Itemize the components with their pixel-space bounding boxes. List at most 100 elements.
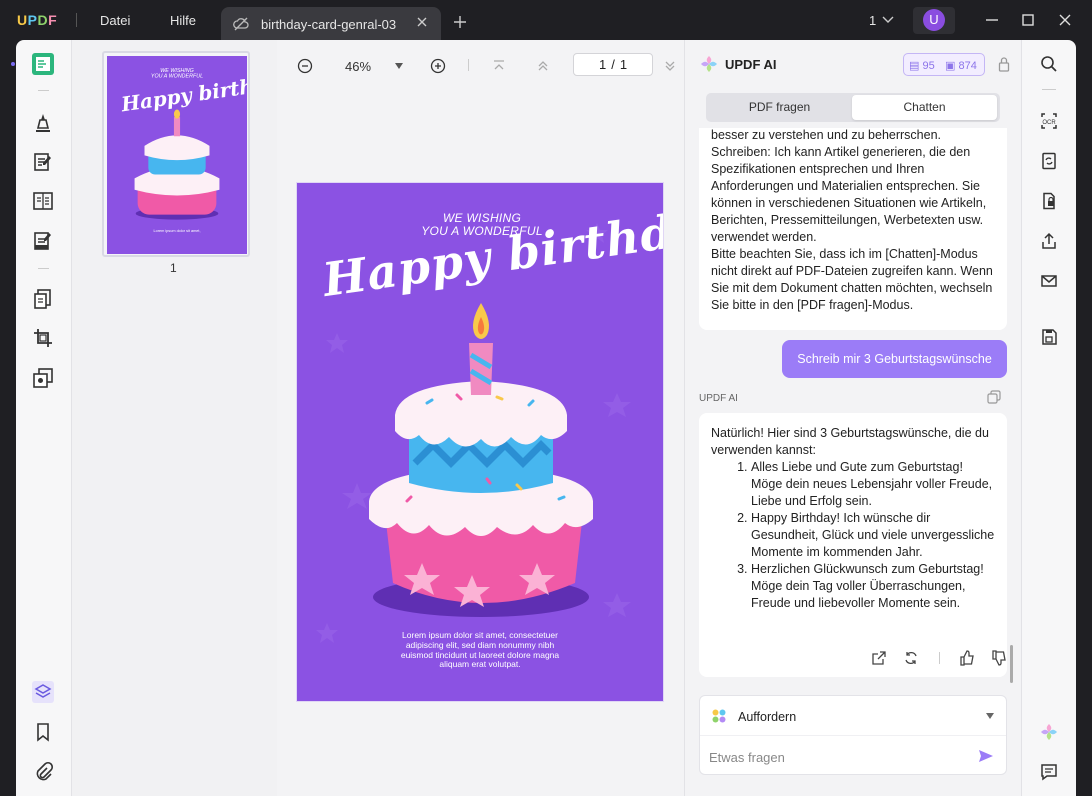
page-thumbnail[interactable]: WE WISHING YOU A WONDERFUL Happy birthda… xyxy=(102,51,250,257)
thumbs-up-icon[interactable] xyxy=(959,650,975,666)
zoom-in-icon[interactable] xyxy=(430,58,446,74)
thumbs-down-icon[interactable] xyxy=(991,650,1007,666)
new-tab-icon[interactable] xyxy=(453,15,467,29)
updf-ai-toggle-icon[interactable] xyxy=(1040,723,1058,741)
copy-icon[interactable] xyxy=(987,390,1001,404)
bookmark-icon[interactable] xyxy=(32,721,54,743)
prompt-selector[interactable]: Auffordern xyxy=(700,696,1006,736)
svg-text:OCR: OCR xyxy=(1042,120,1056,126)
app-logo: UPDF xyxy=(17,12,58,28)
thumbnail-pane: WE WISHING YOU A WONDERFUL Happy birthda… xyxy=(71,40,277,796)
answer-list: Alles Liebe und Gute zum Geburtstag! Mög… xyxy=(711,459,995,612)
thumbnail-card-graphic: WE WISHING YOU A WONDERFUL Happy birthda… xyxy=(107,56,247,254)
credits-badge[interactable]: ▤ 95 ▣ 874 xyxy=(903,53,985,76)
view-toolbar: 46% 1/1 xyxy=(277,40,684,92)
prompt-grid-icon xyxy=(712,709,726,723)
title-separator xyxy=(76,13,77,27)
document-tab[interactable]: birthday-card-genral-03 xyxy=(221,7,441,40)
assistant-answer: Natürlich! Hier sind 3 Geburtstagswünsch… xyxy=(699,413,1007,677)
first-page-icon[interactable] xyxy=(491,58,507,74)
thumbnail-image: WE WISHING YOU A WONDERFUL Happy birthda… xyxy=(107,56,247,254)
pdf-page: WE WISHING YOU A WONDERFUL Happy birthda… xyxy=(297,183,663,701)
total-pages: 1 xyxy=(619,57,628,72)
assistant-label: UPDF AI xyxy=(699,393,738,404)
zoom-out-icon[interactable] xyxy=(297,58,313,74)
zoom-level[interactable]: 46% xyxy=(345,59,371,74)
tab-pdf-fragen[interactable]: PDF fragen xyxy=(708,95,851,120)
page-tools-icon[interactable] xyxy=(32,288,54,310)
menu-hilfe[interactable]: Hilfe xyxy=(170,13,196,28)
avatar-initial: U xyxy=(923,9,945,31)
search-icon[interactable] xyxy=(1040,55,1058,73)
active-indicator xyxy=(11,62,15,66)
actions-separator xyxy=(939,652,940,664)
tab-chatten[interactable]: Chatten xyxy=(852,95,997,120)
close-tab-icon[interactable] xyxy=(415,15,429,29)
page-number-field[interactable]: 1/1 xyxy=(573,53,653,76)
window-edge xyxy=(1076,40,1092,796)
answer-item: Herzlichen Glückwunsch zum Geburtstag! M… xyxy=(751,561,995,612)
tab-count[interactable]: 1 xyxy=(869,13,876,28)
user-avatar[interactable]: U xyxy=(913,7,955,34)
regenerate-icon[interactable] xyxy=(903,650,919,666)
highlighter-icon[interactable] xyxy=(32,111,54,133)
document-view: 46% 1/1 WE WISHING YOU A WONDERFUL Happy… xyxy=(277,40,684,796)
mode-switch: PDF fragen Chatten xyxy=(706,93,1000,122)
chat-scrollbar[interactable] xyxy=(1010,645,1013,683)
organize-pages-icon[interactable] xyxy=(32,190,54,212)
ai-panel: UPDF AI ▤ 95 ▣ 874 PDF fragen Chatten be… xyxy=(684,40,1021,796)
svg-text:YOU A WONDERFUL: YOU A WONDERFUL xyxy=(151,73,203,79)
answer-intro: Natürlich! Hier sind 3 Geburtstagswünsch… xyxy=(711,426,989,457)
close-window-icon[interactable] xyxy=(1058,13,1072,27)
current-page: 1 xyxy=(598,57,607,72)
right-tool-rail: OCR xyxy=(1021,40,1076,796)
rail-divider xyxy=(38,268,49,269)
prompt-composer: Auffordern xyxy=(699,695,1007,775)
card-body-text: Lorem ipsum dolor sit amet, consectetuer… xyxy=(400,630,560,670)
left-tool-rail xyxy=(16,40,71,796)
prompt-label: Auffordern xyxy=(738,710,797,724)
chat-history: besser zu verstehen und zu beherrschen. … xyxy=(685,128,1022,688)
crop-icon[interactable] xyxy=(32,327,54,349)
ocr-icon[interactable]: OCR xyxy=(1040,112,1058,130)
ai-panel-title: UPDF AI xyxy=(725,57,777,72)
rail-divider xyxy=(38,90,49,91)
updf-ai-logo-icon xyxy=(701,56,717,72)
next-page-icon[interactable] xyxy=(662,58,678,74)
comment-icon[interactable] xyxy=(1040,763,1058,781)
lock-icon[interactable] xyxy=(998,56,1010,72)
email-icon[interactable] xyxy=(1040,272,1058,290)
form-fill-icon[interactable] xyxy=(32,230,54,252)
assistant-message: besser zu verstehen und zu beherrschen. … xyxy=(699,128,1007,330)
previous-page-icon[interactable] xyxy=(535,58,551,74)
protect-icon[interactable] xyxy=(1040,192,1058,210)
answer-item: Happy Birthday! Ich wünsche dir Gesundhe… xyxy=(751,510,995,561)
title-bar: UPDF Datei Hilfe birthday-card-genral-03… xyxy=(0,0,1092,40)
watermark-icon[interactable] xyxy=(32,367,54,389)
user-message: Schreib mir 3 Geburtstagswünsche xyxy=(782,340,1007,378)
save-icon[interactable] xyxy=(1040,328,1058,346)
cloud-off-icon xyxy=(233,17,249,31)
zoom-dropdown-icon[interactable] xyxy=(395,63,403,69)
toolbar-separator xyxy=(468,59,469,71)
rail-divider xyxy=(1042,89,1056,90)
send-icon[interactable] xyxy=(978,748,994,764)
menu-datei[interactable]: Datei xyxy=(100,13,130,28)
chevron-down-icon[interactable] xyxy=(882,16,894,24)
tab-title: birthday-card-genral-03 xyxy=(261,17,397,32)
chevron-down-icon xyxy=(986,713,994,719)
attachment-icon[interactable] xyxy=(32,761,54,783)
svg-text:Lorem ipsum dolor sit amet,: Lorem ipsum dolor sit amet, xyxy=(153,229,200,233)
share-icon[interactable] xyxy=(1040,232,1058,250)
ask-input[interactable] xyxy=(709,746,969,768)
edit-text-icon[interactable] xyxy=(32,151,54,173)
minimize-icon[interactable] xyxy=(985,13,999,27)
reader-mode-icon[interactable] xyxy=(32,53,54,75)
pdf-credits: ▤ 95 xyxy=(909,60,935,72)
export-icon[interactable] xyxy=(871,650,887,666)
chat-credits: ▣ 874 xyxy=(945,60,977,72)
convert-icon[interactable] xyxy=(1040,152,1058,170)
maximize-icon[interactable] xyxy=(1021,13,1035,27)
layers-icon[interactable] xyxy=(32,681,54,703)
thumbnail-page-number: 1 xyxy=(170,261,177,275)
